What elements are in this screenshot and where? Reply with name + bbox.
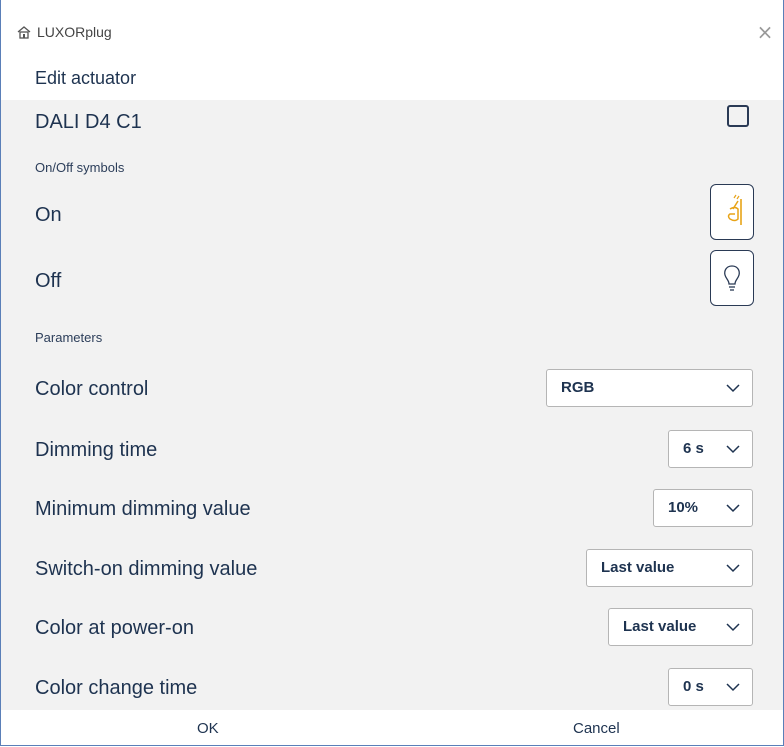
- ok-button[interactable]: OK: [197, 720, 219, 737]
- chevron-down-icon: [726, 504, 740, 513]
- close-icon[interactable]: ×: [755, 22, 775, 42]
- app-title: LUXORplug: [37, 24, 112, 40]
- switch-on-dimming-label: Switch-on dimming value: [35, 558, 258, 580]
- on-label: On: [35, 204, 62, 226]
- chevron-down-icon: [726, 445, 740, 454]
- parameters-section-label: Parameters: [35, 330, 103, 345]
- cancel-button[interactable]: Cancel: [573, 720, 620, 737]
- select-value: Last value: [601, 559, 675, 576]
- actuator-checkbox[interactable]: [727, 105, 749, 127]
- dialog-window: LUXORplug × Edit actuator DALI D4 C1 On/…: [0, 0, 784, 746]
- dimming-time-select[interactable]: 6 s: [668, 430, 753, 468]
- symbols-section-label: On/Off symbols: [35, 160, 125, 175]
- minimum-dimming-label: Minimum dimming value: [35, 498, 251, 520]
- off-label: Off: [35, 270, 62, 292]
- dimming-time-label: Dimming time: [35, 439, 158, 461]
- color-control-label: Color control: [35, 378, 149, 400]
- off-symbol-button[interactable]: [710, 250, 754, 306]
- actuator-name: DALI D4 C1: [35, 111, 142, 133]
- color-power-on-select[interactable]: Last value: [608, 608, 753, 646]
- dialog-content: DALI D4 C1 On/Off symbols On Off Paramet…: [1, 100, 783, 710]
- chevron-down-icon: [726, 384, 740, 393]
- chevron-down-icon: [726, 564, 740, 573]
- chevron-down-icon: [726, 623, 740, 632]
- minimum-dimming-select[interactable]: 10%: [653, 489, 753, 527]
- dialog-header: Edit actuator: [1, 62, 783, 100]
- dialog-footer: OK Cancel: [1, 710, 783, 745]
- chevron-down-icon: [726, 683, 740, 692]
- color-control-select[interactable]: RGB: [546, 369, 753, 407]
- dialog-title: Edit actuator: [35, 68, 137, 88]
- select-value: Last value: [623, 618, 697, 635]
- select-value: 10%: [668, 499, 699, 516]
- switch-on-icon: [727, 194, 742, 225]
- color-change-time-select[interactable]: 0 s: [668, 668, 753, 706]
- title-bar: LUXORplug ×: [1, 0, 783, 68]
- color-power-on-label: Color at power-on: [35, 617, 194, 639]
- home-icon: [17, 25, 31, 39]
- select-value: 0 s: [683, 678, 704, 695]
- select-value: 6 s: [683, 440, 704, 457]
- on-symbol-button[interactable]: [710, 184, 754, 240]
- switch-on-dimming-select[interactable]: Last value: [586, 549, 753, 587]
- color-change-time-label: Color change time: [35, 677, 198, 699]
- select-value: RGB: [561, 379, 595, 396]
- lightbulb-icon: [724, 265, 740, 291]
